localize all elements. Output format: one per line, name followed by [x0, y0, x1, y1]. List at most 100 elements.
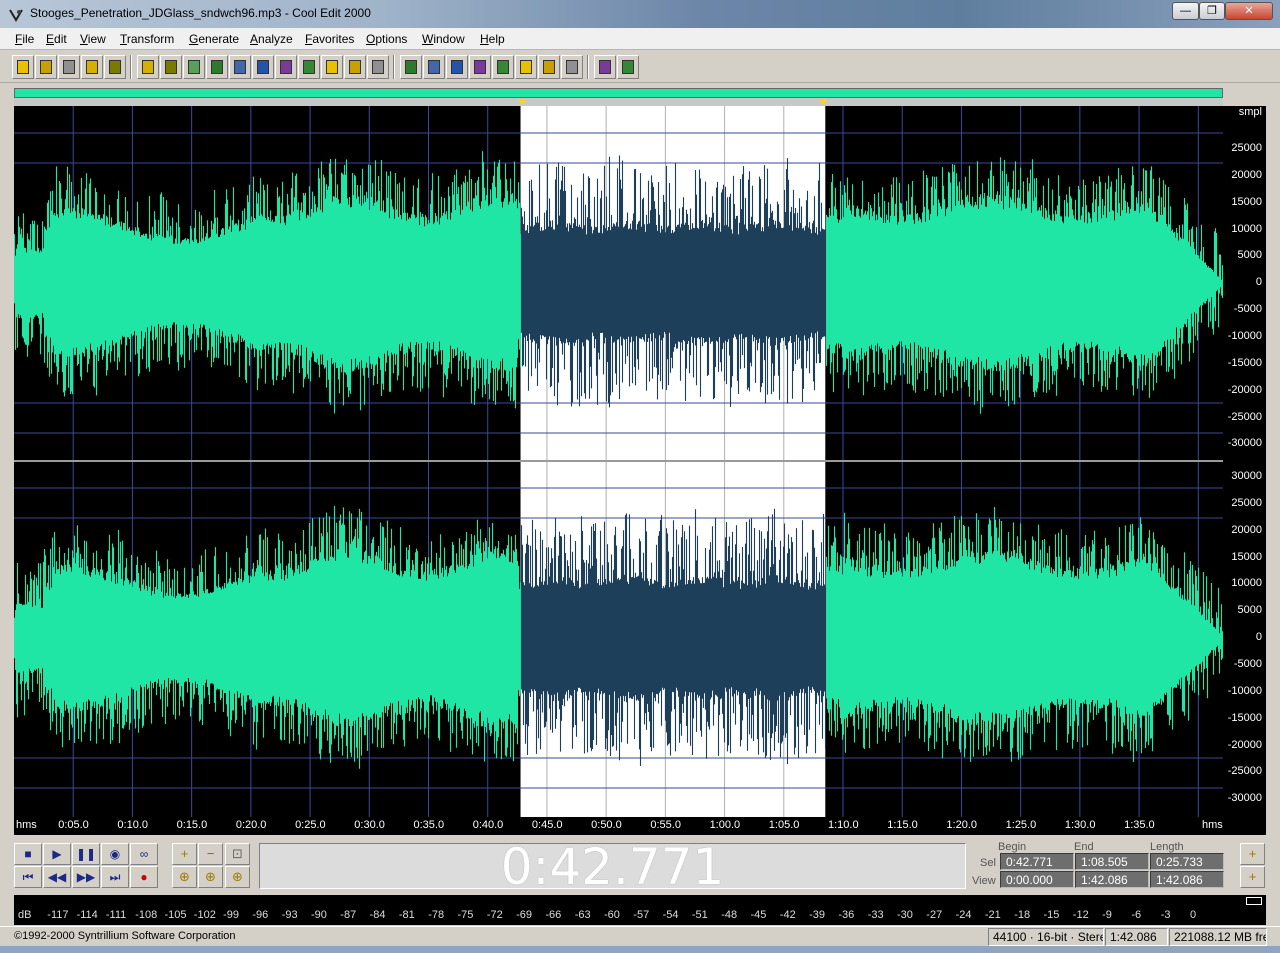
- meter-label: -75: [457, 909, 474, 921]
- zoom-left-button[interactable]: ⊕: [172, 866, 197, 888]
- selection-end-marker[interactable]: [819, 99, 827, 105]
- fast-forward-button[interactable]: ▶▶: [72, 866, 100, 888]
- menu-help[interactable]: Help: [480, 32, 505, 46]
- meter-label: -87: [340, 909, 357, 921]
- sel-length-field[interactable]: 0:25.733: [1150, 853, 1224, 870]
- sel-begin-field[interactable]: 0:42.771: [1000, 853, 1074, 870]
- zoom-in-button[interactable]: +: [172, 843, 197, 865]
- view-end-field[interactable]: 1:42.086: [1075, 871, 1149, 888]
- meter-label: -63: [574, 909, 591, 921]
- zoom-selection-button[interactable]: ⊕: [225, 866, 250, 888]
- favorites-icon[interactable]: [594, 55, 616, 79]
- zoom-out-button[interactable]: −: [198, 843, 223, 865]
- save-icon[interactable]: [58, 55, 80, 79]
- zoom-right-button[interactable]: ⊕: [198, 866, 223, 888]
- waveform-canvas[interactable]: [14, 106, 1223, 817]
- waveform-display[interactable]: [14, 106, 1223, 817]
- play-to-end-button[interactable]: ◉: [101, 843, 129, 865]
- time-label: 1:15.0: [887, 819, 918, 831]
- insert-icon[interactable]: [344, 55, 366, 79]
- cd-list-icon[interactable]: [515, 55, 537, 79]
- menu-view[interactable]: View: [80, 32, 106, 46]
- paste-new-icon[interactable]: [321, 55, 343, 79]
- open-icon[interactable]: [35, 55, 57, 79]
- envelope-icon[interactable]: [400, 55, 422, 79]
- title-bar: Stooges_Penetration_JDGlass_sndwch96.mp3…: [0, 0, 1280, 28]
- amplitude-label: -20000: [1227, 383, 1262, 396]
- selection-begin-marker[interactable]: [518, 99, 526, 105]
- menu-analyze[interactable]: Analyze: [250, 32, 293, 46]
- go-to-start-button[interactable]: ⏮: [14, 866, 42, 888]
- stop-button[interactable]: ■: [14, 843, 42, 865]
- time-display: 0:42.771: [259, 838, 966, 896]
- menu-edit[interactable]: Edit: [46, 32, 67, 46]
- current-time: 0:42.771: [500, 838, 725, 896]
- scissors-icon[interactable]: [252, 55, 274, 79]
- menu-transform[interactable]: Transform: [120, 32, 174, 46]
- level-meter-scale: dB -117 -114 -111 -108 -105 -102 -99 -96 -93 -90 -8…: [14, 907, 1266, 925]
- loop-icon[interactable]: [367, 55, 389, 79]
- minimize-button[interactable]: —: [1172, 2, 1199, 20]
- meter-label: -93: [281, 909, 298, 921]
- loop-button[interactable]: ∞: [130, 843, 158, 865]
- zoom-in-vertical-button[interactable]: +: [1240, 843, 1265, 865]
- spectral-view-icon[interactable]: [446, 55, 468, 79]
- zoom-out-vertical-button[interactable]: +: [1240, 866, 1265, 888]
- time-label: 0:55.0: [650, 819, 681, 831]
- view-length-field[interactable]: 1:42.086: [1150, 871, 1224, 888]
- maximize-button[interactable]: ❐: [1199, 2, 1225, 20]
- paste-icon[interactable]: [275, 55, 297, 79]
- amplitude-label: 0: [1255, 276, 1262, 289]
- close-button[interactable]: ✕: [1225, 2, 1273, 20]
- menu-generate[interactable]: Generate: [189, 32, 239, 46]
- save-all-icon[interactable]: [104, 55, 126, 79]
- menu-favorites[interactable]: Favorites: [305, 32, 354, 46]
- meter-label: -84: [369, 909, 386, 921]
- view-begin-field[interactable]: 0:00.000: [1000, 871, 1074, 888]
- save-as-icon[interactable]: [81, 55, 103, 79]
- time-label: 0:45.0: [531, 819, 563, 831]
- meter-label: -12: [1072, 909, 1089, 921]
- repeat-icon[interactable]: [160, 55, 182, 79]
- time-label: 0:10.0: [117, 819, 149, 831]
- amplitude-label: 20000: [1231, 168, 1262, 181]
- pause-button[interactable]: ❚❚: [72, 843, 100, 865]
- view-row-label: View: [972, 875, 996, 887]
- meter-label: -96: [252, 909, 269, 921]
- menu-window[interactable]: Window: [422, 32, 465, 46]
- meter-label: -21: [984, 909, 1001, 921]
- amplitude-label: 15000: [1231, 550, 1262, 563]
- time-ruler: hms hms 0:05.0 0:10.0 0:15.0 0:20.0 0:25.0 0:…: [14, 817, 1223, 835]
- zoom-full-button[interactable]: ⊡: [225, 843, 250, 865]
- amplitude-label: 5000: [1237, 604, 1262, 617]
- selection-view-panel: Begin End Length Sel View 0:42.771 1:08.…: [968, 839, 1226, 893]
- record-button[interactable]: ●: [130, 866, 158, 888]
- amplitude-label: 25000: [1231, 496, 1262, 509]
- grid-icon[interactable]: [469, 55, 491, 79]
- play-button[interactable]: ▶: [43, 843, 71, 865]
- window-title: Stooges_Penetration_JDGlass_sndwch96.mp3…: [30, 6, 371, 20]
- meter-label: -6: [1131, 909, 1142, 921]
- cue-list-icon[interactable]: [538, 55, 560, 79]
- rewind-button[interactable]: ◀◀: [43, 866, 71, 888]
- crop-icon[interactable]: [206, 55, 228, 79]
- normalize-icon[interactable]: [423, 55, 445, 79]
- undo-icon[interactable]: [137, 55, 159, 79]
- table-icon[interactable]: [492, 55, 514, 79]
- window-bottom-edge: [0, 946, 1280, 953]
- time-unit-left: hms: [16, 819, 37, 831]
- menu-options[interactable]: Options: [366, 32, 407, 46]
- cut-icon[interactable]: [183, 55, 205, 79]
- copy-icon[interactable]: [229, 55, 251, 79]
- help-icon[interactable]: [617, 55, 639, 79]
- toolbar-separator: [393, 55, 395, 79]
- new-icon[interactable]: [12, 55, 34, 79]
- mix-paste-icon[interactable]: [298, 55, 320, 79]
- menu-file[interactable]: File: [15, 32, 34, 46]
- overview-bar[interactable]: [14, 88, 1223, 98]
- sel-end-field[interactable]: 1:08.505: [1075, 853, 1149, 870]
- cd-player-icon[interactable]: [561, 55, 583, 79]
- go-to-end-button[interactable]: ⏭: [101, 866, 129, 888]
- amplitude-label: -25000: [1227, 765, 1262, 778]
- amplitude-label: -5000: [1233, 657, 1262, 670]
